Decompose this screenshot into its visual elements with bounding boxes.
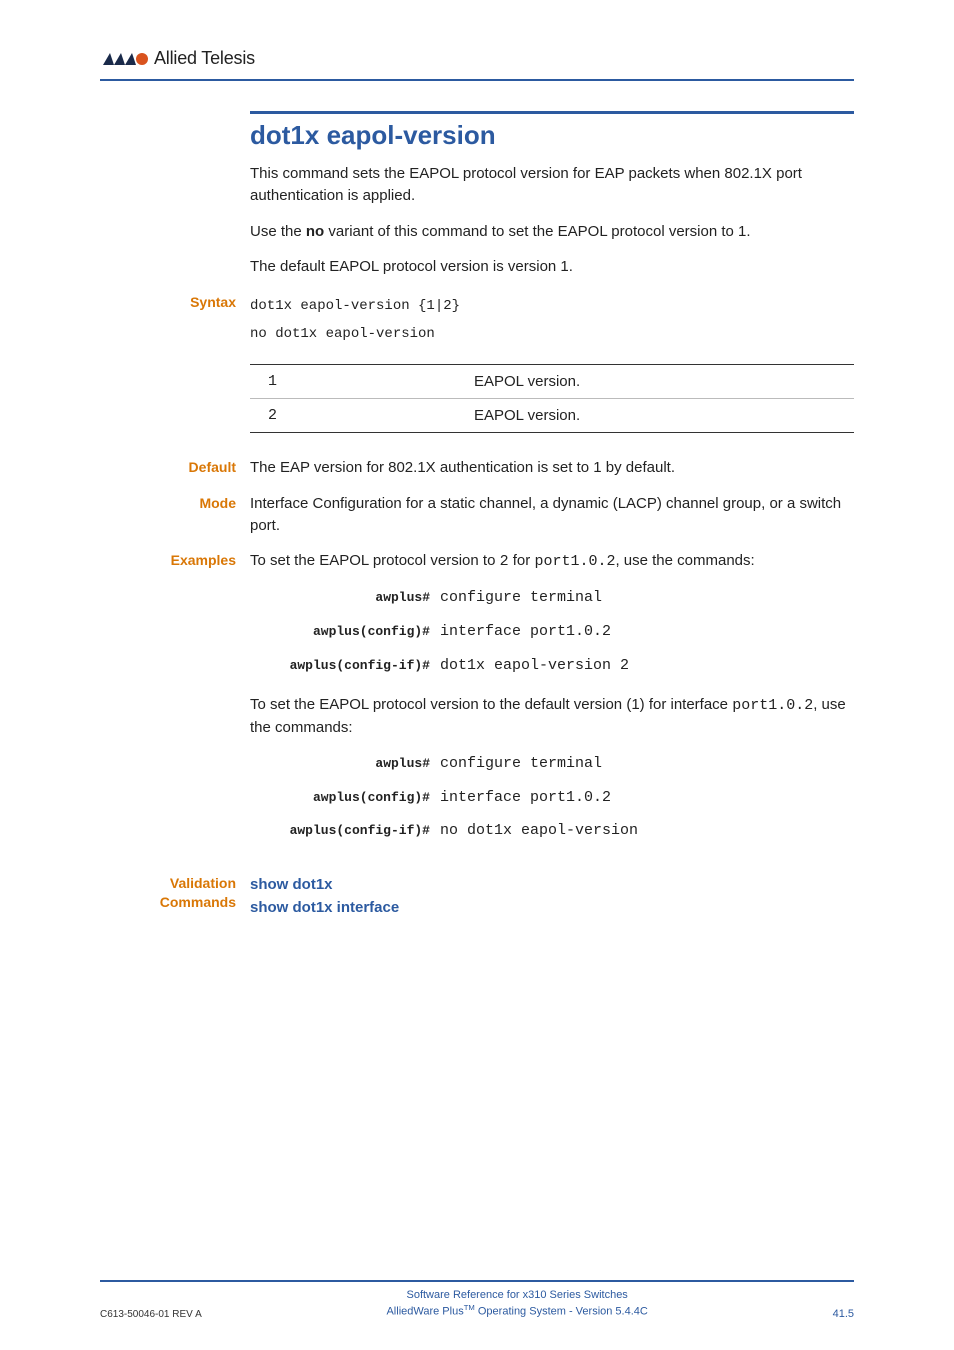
param-desc: EAPOL version. bbox=[456, 365, 854, 399]
label-mode: Mode bbox=[100, 493, 250, 513]
cli-row: awplus(config-if)# no dot1x eapol-versio… bbox=[250, 820, 854, 842]
title-rule bbox=[250, 111, 854, 114]
link-show-dot1x[interactable]: show dot1x bbox=[250, 874, 854, 897]
cli-command: configure terminal bbox=[440, 753, 602, 775]
intro-paragraph-1: This command sets the EAPOL protocol ver… bbox=[250, 163, 854, 207]
page-header: Allied Telesis bbox=[100, 48, 854, 69]
footer-center: Software Reference for x310 Series Switc… bbox=[386, 1288, 647, 1320]
cli-row: awplus(config-if)# dot1x eapol-version 2 bbox=[250, 655, 854, 677]
cli-prompt: awplus# bbox=[250, 589, 440, 608]
cli-prompt: awplus(config-if)# bbox=[250, 657, 440, 676]
cli-prompt: awplus(config)# bbox=[250, 789, 440, 808]
command-title: dot1x eapol-version bbox=[250, 120, 854, 151]
default-text: The EAP version for 802.1X authenticatio… bbox=[250, 457, 854, 479]
cli-command: no dot1x eapol-version bbox=[440, 820, 638, 842]
cli-command: dot1x eapol-version 2 bbox=[440, 655, 629, 677]
cli-row: awplus(config)# interface port1.0.2 bbox=[250, 787, 854, 809]
cli-prompt: awplus(config-if)# bbox=[250, 822, 440, 841]
cli-row: awplus# configure terminal bbox=[250, 753, 854, 775]
cli-block-2: awplus# configure terminal awplus(config… bbox=[250, 753, 854, 842]
syntax-line-1: dot1x eapol-version {1|2} bbox=[250, 292, 854, 320]
example-intro-1: To set the EAPOL protocol version to 2 f… bbox=[250, 550, 854, 573]
cli-command: interface port1.0.2 bbox=[440, 787, 611, 809]
logo-mark-icon bbox=[100, 49, 148, 69]
param-desc: EAPOL version. bbox=[456, 399, 854, 433]
cli-row: awplus# configure terminal bbox=[250, 587, 854, 609]
brand-name: Allied Telesis bbox=[154, 48, 255, 69]
cli-command: configure terminal bbox=[440, 587, 602, 609]
footer-rule bbox=[100, 1280, 854, 1282]
footer-page-number: 41.5 bbox=[833, 1308, 854, 1320]
intro-paragraph-3: The default EAPOL protocol version is ve… bbox=[250, 256, 854, 278]
parameter-table: 1 EAPOL version. 2 EAPOL version. bbox=[250, 364, 854, 433]
header-rule bbox=[100, 79, 854, 81]
cli-prompt: awplus# bbox=[250, 755, 440, 774]
cli-command: interface port1.0.2 bbox=[440, 621, 611, 643]
param-value: 1 bbox=[250, 365, 456, 399]
example-intro-2: To set the EAPOL protocol version to the… bbox=[250, 694, 854, 739]
label-examples: Examples bbox=[100, 550, 250, 570]
param-value: 2 bbox=[250, 399, 456, 433]
syntax-line-2: no dot1x eapol-version bbox=[250, 320, 854, 348]
cli-block-1: awplus# configure terminal awplus(config… bbox=[250, 587, 854, 676]
cli-row: awplus(config)# interface port1.0.2 bbox=[250, 621, 854, 643]
footer-doc-id: C613-50046-01 REV A bbox=[100, 1309, 202, 1320]
mode-text: Interface Configuration for a static cha… bbox=[250, 493, 854, 537]
label-validation: Validation Commands bbox=[100, 874, 250, 912]
intro-paragraph-2: Use the no variant of this command to se… bbox=[250, 221, 854, 243]
label-syntax: Syntax bbox=[100, 292, 250, 312]
table-row: 2 EAPOL version. bbox=[250, 399, 854, 433]
table-row: 1 EAPOL version. bbox=[250, 365, 854, 399]
label-default: Default bbox=[100, 457, 250, 477]
brand-logo: Allied Telesis bbox=[100, 48, 255, 69]
page-footer: C613-50046-01 REV A Software Reference f… bbox=[100, 1280, 854, 1320]
cli-prompt: awplus(config)# bbox=[250, 623, 440, 642]
link-show-dot1x-interface[interactable]: show dot1x interface bbox=[250, 897, 854, 920]
